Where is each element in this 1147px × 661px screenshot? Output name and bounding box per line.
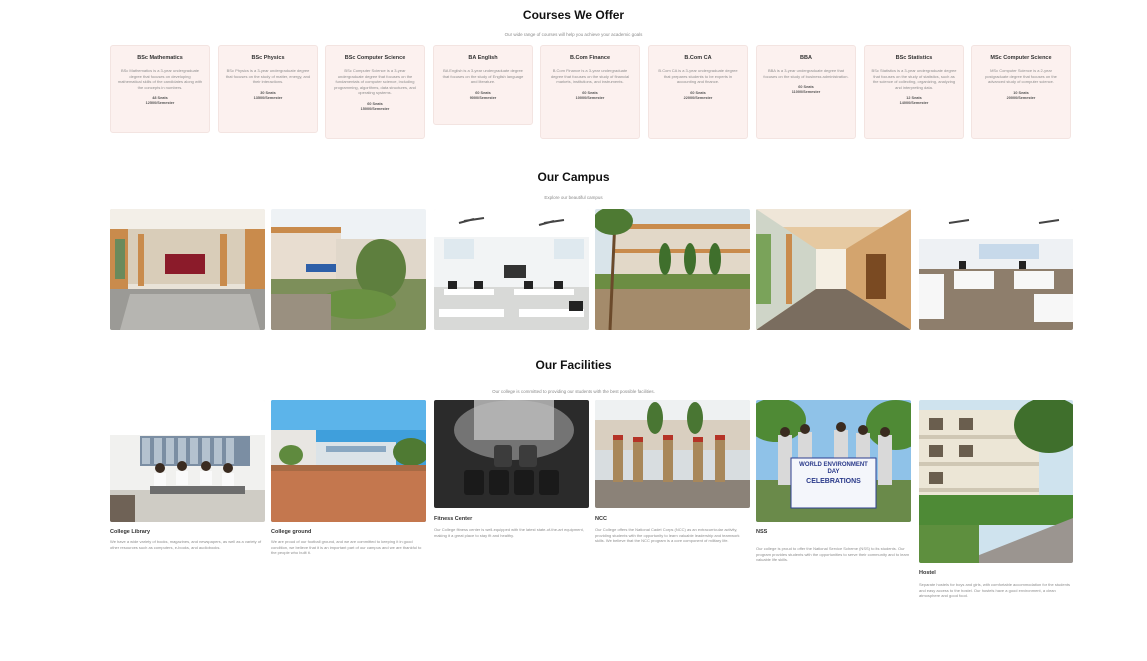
- course-fee: 22000/Semester: [683, 95, 713, 100]
- nss-banner-line2: CELEBRATIONS: [806, 478, 861, 485]
- course-desc: B.Com Finance is a 3-year undergraduate …: [550, 68, 630, 84]
- course-card[interactable]: BSc Physics BSc Physics is a 3-year unde…: [218, 45, 318, 133]
- facility-title: College Library: [110, 529, 151, 535]
- facility-desc: Separate hostels for boys and girls, wit…: [919, 582, 1070, 598]
- course-fee: 11000/Semester: [791, 90, 821, 94]
- facility-photo-fitness[interactable]: [434, 400, 589, 508]
- course-fee: 15000/Semester: [360, 106, 390, 111]
- facility-photo-ncc[interactable]: [595, 400, 750, 508]
- campus-photo-computer-lab[interactable]: [434, 209, 589, 330]
- course-name: BSc Computer Science: [344, 55, 406, 61]
- course-card[interactable]: BSc Statistics BSc Statistics is a 3-yea…: [864, 45, 964, 139]
- course-name: BSc Physics: [251, 55, 285, 61]
- facility-title: Hostel: [919, 570, 936, 576]
- course-name: BA English: [468, 55, 498, 61]
- facilities-section-subtitle: Our college is committed to providing ou…: [492, 389, 655, 394]
- course-desc: MSc Computer Science is a 2-year postgra…: [985, 68, 1057, 84]
- courses-grid: BSc Mathematics BSc Mathematics is a 3-y…: [110, 45, 1073, 140]
- facilities-section-title: Our Facilities: [535, 358, 612, 372]
- course-desc: BSc Computer Science is a 3-year undergr…: [334, 68, 416, 95]
- facility-title: Fitness Center: [434, 516, 473, 522]
- campus-section-title: Our Campus: [537, 170, 610, 184]
- course-desc: BSc Statistics is a 3-year undergraduate…: [871, 68, 957, 90]
- course-fee: 12500/Semester: [145, 101, 175, 105]
- facility-photo-hostel[interactable]: [919, 400, 1073, 563]
- facility-photo-nss[interactable]: WORLD ENVIRONMENT DAY CELEBRATIONS: [756, 400, 911, 522]
- courses-section-subtitle: Our wide range of courses will help you …: [504, 32, 643, 37]
- course-desc: BA English is a 3-year undergraduate deg…: [442, 68, 524, 84]
- course-fee: 13500/Semester: [253, 95, 283, 100]
- facility-desc: We have a wide variety of books, magazin…: [110, 539, 262, 550]
- campus-photo-corridor[interactable]: [756, 209, 911, 330]
- nss-banner-line1: WORLD ENVIRONMENT DAY: [799, 462, 868, 475]
- facility-desc: We are proud of our football ground, and…: [271, 539, 422, 555]
- facility-desc: Our College offers the National Cadet Co…: [595, 527, 740, 543]
- course-name: B.Com CA: [684, 55, 712, 61]
- course-desc: BBA is a 3-year undergraduate degree tha…: [763, 68, 849, 79]
- course-name: BSc Mathematics: [137, 55, 183, 61]
- course-card[interactable]: B.Com CA B.Com CA is a 3-year undergradu…: [648, 45, 748, 139]
- campus-photo-office[interactable]: [919, 209, 1073, 330]
- facility-desc: Our college is proud to offer the Nation…: [756, 546, 910, 562]
- facility-title: NSS: [756, 529, 768, 535]
- course-name: BBA: [800, 55, 812, 61]
- course-card[interactable]: MSc Computer Science MSc Computer Scienc…: [971, 45, 1071, 139]
- course-card[interactable]: B.Com Finance B.Com Finance is a 3-year …: [540, 45, 640, 139]
- facility-title: College ground: [271, 529, 312, 535]
- courses-section-title: Courses We Offer: [522, 8, 625, 22]
- course-card[interactable]: BSc Computer Science BSc Computer Scienc…: [325, 45, 425, 139]
- course-desc: BSc Physics is a 3-year undergraduate de…: [225, 68, 311, 84]
- campus-section-subtitle: Explore our beautiful campus: [544, 195, 603, 200]
- course-name: MSc Computer Science: [990, 55, 1052, 61]
- campus-photo-courtyard[interactable]: [595, 209, 750, 330]
- course-desc: B.Com CA is a 3-year undergraduate degre…: [658, 68, 738, 84]
- campus-photo-building[interactable]: [271, 209, 426, 330]
- course-fee: 14000/Semester: [899, 101, 929, 105]
- course-fee: 20000/Semester: [1006, 95, 1036, 100]
- facility-desc: Our College fitness center is well-equip…: [434, 527, 584, 538]
- facility-photo-library[interactable]: [110, 400, 265, 522]
- campus-photo-hall[interactable]: [110, 209, 265, 330]
- course-fee: 9000/Semester: [469, 95, 497, 100]
- course-card[interactable]: BA English BA English is a 3-year underg…: [433, 45, 533, 125]
- course-card[interactable]: BSc Mathematics BSc Mathematics is a 3-y…: [110, 45, 210, 133]
- facility-title: NCC: [595, 516, 607, 522]
- course-fee: 10000/Semester: [575, 95, 605, 100]
- course-desc: BSc Mathematics is a 3-year undergraduat…: [117, 68, 203, 90]
- course-card[interactable]: BBA BBA is a 3-year undergraduate degree…: [756, 45, 856, 139]
- course-name: BSc Statistics: [895, 55, 933, 61]
- course-name: B.Com Finance: [569, 55, 611, 61]
- facility-photo-ground[interactable]: [271, 400, 426, 522]
